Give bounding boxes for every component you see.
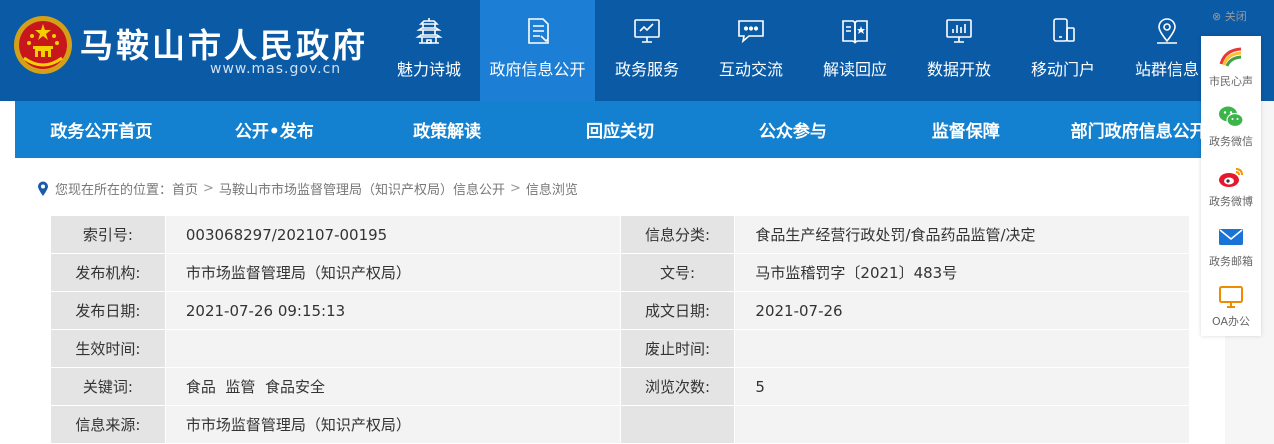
nav-item-charm-city[interactable]: 魅力诗城 — [378, 0, 480, 101]
field-value: 食品 监管 食品安全 — [164, 367, 621, 406]
site-domain: www.mas.gov.cn — [210, 61, 342, 77]
top-header: 马鞍山市人民政府 www.mas.gov.cn 魅力诗城 政府信息公开 政务服务… — [0, 0, 1274, 101]
field-value — [164, 329, 621, 368]
subnav-item-response[interactable]: 回应关切 — [534, 101, 707, 158]
breadcrumb-current[interactable]: 信息浏览 — [526, 179, 578, 198]
national-emblem-icon — [14, 16, 72, 74]
field-label: 索引号: — [50, 215, 166, 254]
nav-item-mobile-portal[interactable]: 移动门户 — [1011, 0, 1115, 101]
breadcrumb-link-bureau[interactable]: 马鞍山市市场监督管理局（知识产权局）信息公开 — [219, 179, 505, 198]
nav-item-interaction[interactable]: 互动交流 — [699, 0, 803, 101]
field-value: 2021-07-26 — [734, 291, 1190, 330]
field-label: 生效时间: — [50, 329, 166, 368]
field-value: 马市监稽罚字〔2021〕483号 — [734, 253, 1190, 292]
float-sidebar: 市民心声 政务微信 政务微博 政务邮箱 OA办公 — [1201, 36, 1261, 336]
float-label: OA办公 — [1212, 315, 1250, 328]
field-label: 信息分类: — [619, 215, 736, 254]
info-meta-table: 索引号: 003068297/202107-00195 信息分类: 食品生产经营… — [50, 215, 1190, 444]
nav-label: 解读回应 — [822, 60, 887, 79]
field-value: 2021-07-26 09:15:13 — [164, 291, 621, 330]
subnav-item-policy-interpretation[interactable]: 政策解读 — [361, 101, 534, 158]
field-value: 市市场监督管理局（知识产权局） — [164, 405, 621, 444]
document-icon — [527, 18, 549, 44]
field-value — [734, 405, 1190, 444]
table-row: 关键词: 食品 监管 食品安全 浏览次数: 5 — [50, 367, 1190, 406]
subnav-item-home[interactable]: 政务公开首页 — [15, 101, 188, 158]
rainbow-logo-icon — [1219, 47, 1242, 67]
subnav-item-public-participation[interactable]: 公众参与 — [706, 101, 879, 158]
float-item-weibo[interactable]: 政务微博 — [1201, 156, 1261, 216]
float-item-mail[interactable]: 政务邮箱 — [1201, 216, 1261, 276]
breadcrumb-separator: > — [203, 181, 214, 196]
close-float-button[interactable]: ⊗ 关闭 — [1212, 8, 1247, 24]
field-label: 关键词: — [50, 367, 166, 406]
field-label: 信息来源: — [50, 405, 166, 444]
subnav-item-department-info[interactable]: 部门政府信息公开 — [1052, 101, 1225, 158]
field-value: 003068297/202107-00195 — [164, 215, 621, 254]
float-label: 政务微信 — [1209, 135, 1253, 148]
mobile-icon — [1053, 18, 1075, 42]
wechat-icon — [1219, 106, 1244, 128]
breadcrumb-separator: > — [509, 181, 521, 196]
breadcrumb-link-home[interactable]: 首页 — [172, 179, 198, 198]
subnav-item-publish[interactable]: 公开•发布 — [188, 101, 361, 158]
book-icon — [842, 20, 868, 44]
breadcrumb-prefix: 您现在所在的位置： — [55, 183, 173, 198]
location-pin-icon — [1157, 18, 1177, 44]
field-value: 食品生产经营行政处罚/食品药品监管/决定 — [734, 215, 1190, 254]
nav-label: 政务服务 — [614, 60, 679, 79]
oa-monitor-icon — [1219, 286, 1243, 308]
float-item-oa[interactable]: OA办公 — [1201, 276, 1261, 336]
nav-item-gov-info-open[interactable]: 政府信息公开 — [480, 0, 595, 101]
weibo-icon — [1219, 168, 1243, 187]
monitor-icon — [634, 19, 660, 43]
field-label: 成文日期: — [619, 291, 736, 330]
table-row: 发布机构: 市市场监督管理局（知识产权局） 文号: 马市监稽罚字〔2021〕48… — [50, 253, 1190, 292]
sub-nav: 政务公开首页 公开•发布 政策解读 回应关切 公众参与 监督保障 部门政府信息公… — [15, 101, 1225, 158]
main-nav: 魅力诗城 政府信息公开 政务服务 互动交流 解读回应 数据开放 移动门户 站群信… — [378, 0, 1219, 101]
field-value: 市市场监督管理局（知识产权局） — [164, 253, 621, 292]
nav-item-interpretation[interactable]: 解读回应 — [803, 0, 907, 101]
nav-label: 站群信息 — [1134, 60, 1199, 79]
nav-label: 移动门户 — [1030, 60, 1095, 79]
table-row: 发布日期: 2021-07-26 09:15:13 成文日期: 2021-07-… — [50, 291, 1190, 330]
field-label: 浏览次数: — [619, 367, 736, 406]
float-label: 政务邮箱 — [1209, 255, 1253, 268]
field-label: 文号: — [619, 253, 736, 292]
field-label: 废止时间: — [619, 329, 736, 368]
pagoda-icon — [415, 18, 443, 44]
breadcrumb: 您现在所在的位置： 首页 > 马鞍山市市场监督管理局（知识产权局）信息公开 > … — [37, 179, 578, 198]
float-item-wechat[interactable]: 政务微信 — [1201, 96, 1261, 156]
nav-label: 政府信息公开 — [489, 60, 586, 79]
field-value: 5 — [734, 367, 1190, 406]
site-title[interactable]: 马鞍山市人民政府 — [80, 19, 368, 67]
nav-label: 互动交流 — [718, 60, 783, 79]
float-label: 市民心声 — [1209, 75, 1253, 88]
field-label: 发布日期: — [50, 291, 166, 330]
field-label: 发布机构: — [50, 253, 166, 292]
close-label: 关闭 — [1224, 10, 1247, 23]
chat-icon — [738, 20, 764, 44]
table-row: 生效时间: 废止时间: — [50, 329, 1190, 368]
nav-label: 魅力诗城 — [396, 60, 461, 79]
float-item-citizen-voice[interactable]: 市民心声 — [1201, 36, 1261, 96]
field-label — [619, 405, 736, 444]
field-value — [734, 329, 1190, 368]
mail-icon — [1219, 229, 1243, 245]
data-chart-icon — [946, 19, 972, 43]
nav-label: 数据开放 — [926, 60, 991, 79]
nav-item-open-data[interactable]: 数据开放 — [907, 0, 1011, 101]
table-row: 索引号: 003068297/202107-00195 信息分类: 食品生产经营… — [50, 215, 1190, 254]
location-pin-icon — [38, 181, 48, 196]
subnav-item-supervision[interactable]: 监督保障 — [879, 101, 1052, 158]
float-label: 政务微博 — [1209, 195, 1253, 208]
table-row: 信息来源: 市市场监督管理局（知识产权局） — [50, 405, 1190, 444]
nav-item-gov-services[interactable]: 政务服务 — [595, 0, 699, 101]
